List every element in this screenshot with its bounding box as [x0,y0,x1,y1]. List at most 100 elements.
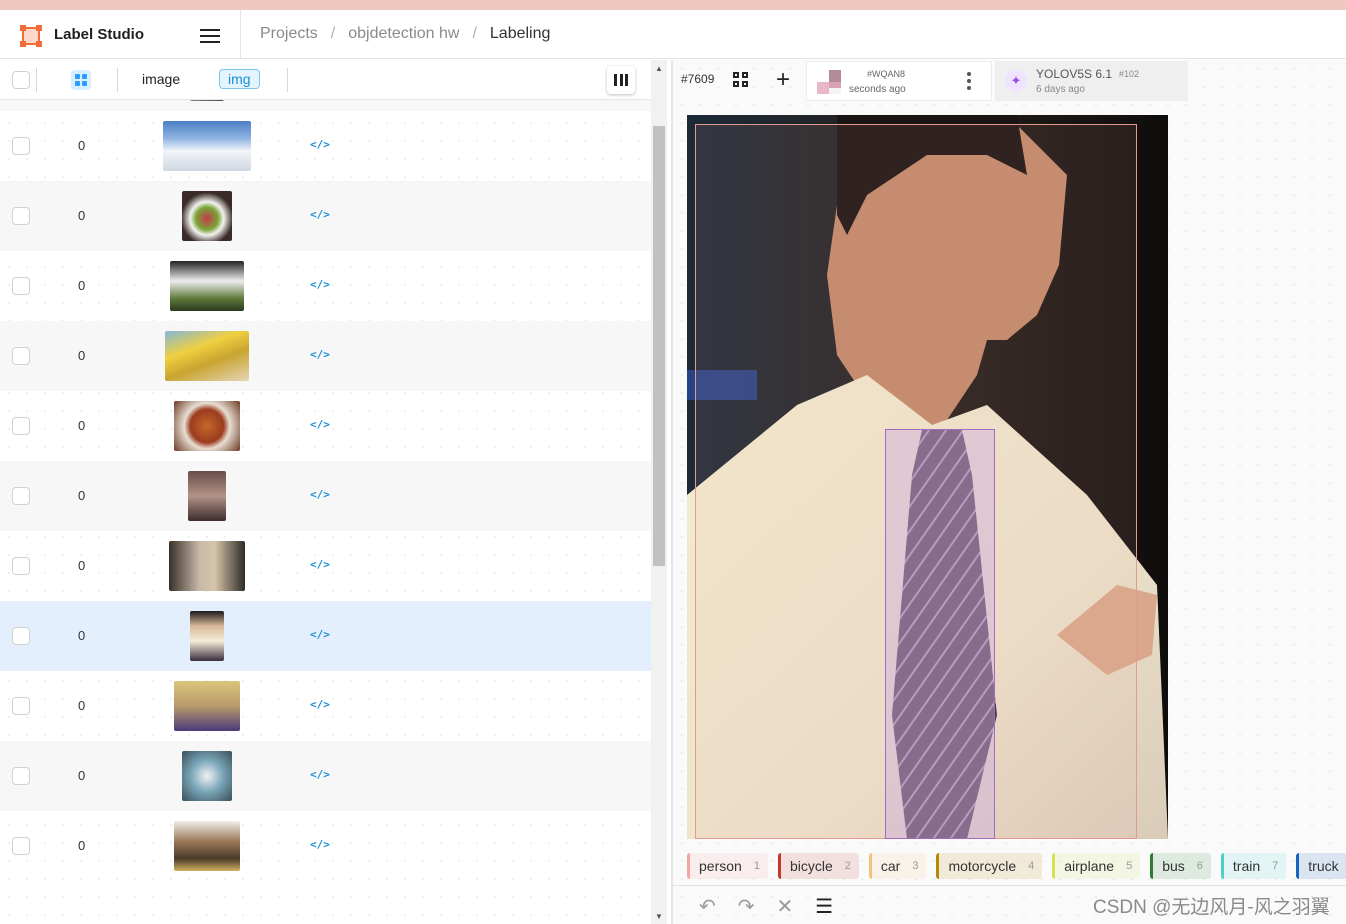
breadcrumb-projects[interactable]: Projects [260,25,318,43]
row-checkbox[interactable] [12,207,30,225]
completed-column-icon[interactable] [71,70,91,90]
code-icon[interactable]: </> [310,488,330,501]
label-bus[interactable]: bus 6 [1150,853,1211,879]
bottom-toolbar: ↶ ↷ ✕ ☰ [699,894,833,919]
table-row[interactable]: 0 </> [0,321,651,391]
code-icon[interactable]: </> [310,698,330,711]
prediction-time: 6 days ago [1036,84,1085,95]
row-count: 0 [78,278,86,293]
row-count: 0 [78,138,86,153]
code-icon[interactable]: </> [310,768,330,781]
more-options-icon[interactable] [967,72,971,92]
label-name: motorcycle [948,858,1017,874]
row-checkbox[interactable] [12,767,30,785]
scroll-down-arrow-icon[interactable]: ▼ [655,912,663,921]
code-icon[interactable]: </> [310,838,330,851]
row-image-thumbnail [170,261,244,311]
label-name: car [880,858,901,874]
header-divider [287,68,288,92]
table-row[interactable]: 0 </> [0,601,651,671]
table-header: image img [0,60,651,100]
row-image-thumbnail [182,191,232,241]
row-checkbox[interactable] [12,277,30,295]
table-row[interactable]: 0 </> [0,111,651,181]
label-hotkey: 1 [753,860,760,872]
settings-sliders-icon[interactable]: ☰ [815,894,833,919]
row-checkbox[interactable] [12,417,30,435]
row-checkbox[interactable] [12,627,30,645]
row-image-thumbnail [190,611,224,661]
watermark: CSDN @无边风月-风之羽翼 [1093,897,1330,918]
prediction-tab[interactable]: ✦ YOLOV5S 6.1 #102 6 days ago [995,61,1188,101]
app-title: Label Studio [54,26,144,43]
label-hotkey: 5 [1126,860,1133,872]
table-row[interactable]: 0 </> [0,811,651,881]
code-icon[interactable]: </> [310,208,330,221]
redo-icon[interactable]: ↷ [738,894,755,919]
label-hotkey: 4 [1028,860,1035,872]
annotation-id: #WQAN8 [867,69,906,79]
reset-icon[interactable]: ✕ [777,894,794,919]
row-count: 0 [78,418,86,433]
table-row[interactable]: 0 </> [0,671,651,741]
select-all-checkbox[interactable] [12,71,30,89]
row-checkbox[interactable] [12,137,30,155]
app-header: Label Studio Projects / objdetection hw … [0,10,1346,59]
menu-hamburger-icon[interactable] [200,26,220,44]
label-car[interactable]: car 3 [868,853,927,879]
breadcrumb-separator: / [330,25,336,42]
row-checkbox[interactable] [12,347,30,365]
row-count: 0 [78,488,86,503]
code-icon[interactable]: </> [310,418,330,431]
table-row[interactable]: 0 </> [0,181,651,251]
grid-view-icon[interactable] [733,72,749,88]
row-checkbox[interactable] [12,557,30,575]
label-name: train [1232,858,1261,874]
row-checkbox[interactable] [12,837,30,855]
label-person[interactable]: person 1 [687,853,768,879]
code-icon[interactable]: </> [310,558,330,571]
row-image-thumbnail [174,681,240,731]
row-checkbox[interactable] [12,697,30,715]
row-image-thumbnail [163,121,251,171]
table-row[interactable]: 0 </> [0,391,651,461]
table-row[interactable]: 0 </> [0,251,651,321]
table-row[interactable]: 0 </> [0,531,651,601]
label-truck[interactable]: truck [1296,853,1346,879]
add-annotation-button[interactable]: + [776,66,790,94]
columns-toggle-button[interactable] [607,66,635,94]
label-name: bicycle [789,858,833,874]
table-row[interactable]: 0 </> [0,741,651,811]
column-header-image[interactable]: image [142,71,180,87]
code-icon[interactable]: </> [310,348,330,361]
column-header-img[interactable]: img [219,69,260,89]
label-airplane[interactable]: airplane 5 [1052,853,1141,879]
label-motorcycle[interactable]: motorcycle 4 [936,853,1043,879]
undo-icon[interactable]: ↶ [699,894,716,919]
label-bicycle[interactable]: bicycle 2 [777,853,859,879]
labeling-panel: #7609 + #WQAN8 seconds ago ✦ YOLOV5S 6.1… [673,60,1346,924]
code-icon[interactable]: </> [310,138,330,151]
header-divider [117,68,118,92]
scroll-up-arrow-icon[interactable]: ▲ [655,64,663,73]
row-count: 0 [78,208,86,223]
scrollbar-thumb[interactable] [653,126,665,566]
task-id: #7609 [681,72,715,86]
table-scrollbar[interactable]: ▲ ▼ [651,60,667,924]
row-checkbox[interactable] [12,487,30,505]
image-canvas[interactable] [687,115,1168,839]
top-color-strip [0,0,1346,10]
label-train[interactable]: train 7 [1220,853,1287,879]
breadcrumb-project[interactable]: objdetection hw [348,25,459,43]
code-icon[interactable]: </> [310,628,330,641]
code-icon[interactable]: </> [310,278,330,291]
breadcrumb-labeling: Labeling [489,25,551,42]
prediction-id: #102 [1119,69,1140,79]
row-image-thumbnail [165,331,249,381]
label-studio-logo-icon[interactable] [20,25,42,47]
sparkle-icon: ✦ [1005,70,1027,92]
toolbar-divider [673,885,1346,886]
table-row[interactable]: 0 </> [0,461,651,531]
annotation-tab[interactable]: #WQAN8 seconds ago [806,61,992,101]
annotation-time: seconds ago [849,84,906,95]
